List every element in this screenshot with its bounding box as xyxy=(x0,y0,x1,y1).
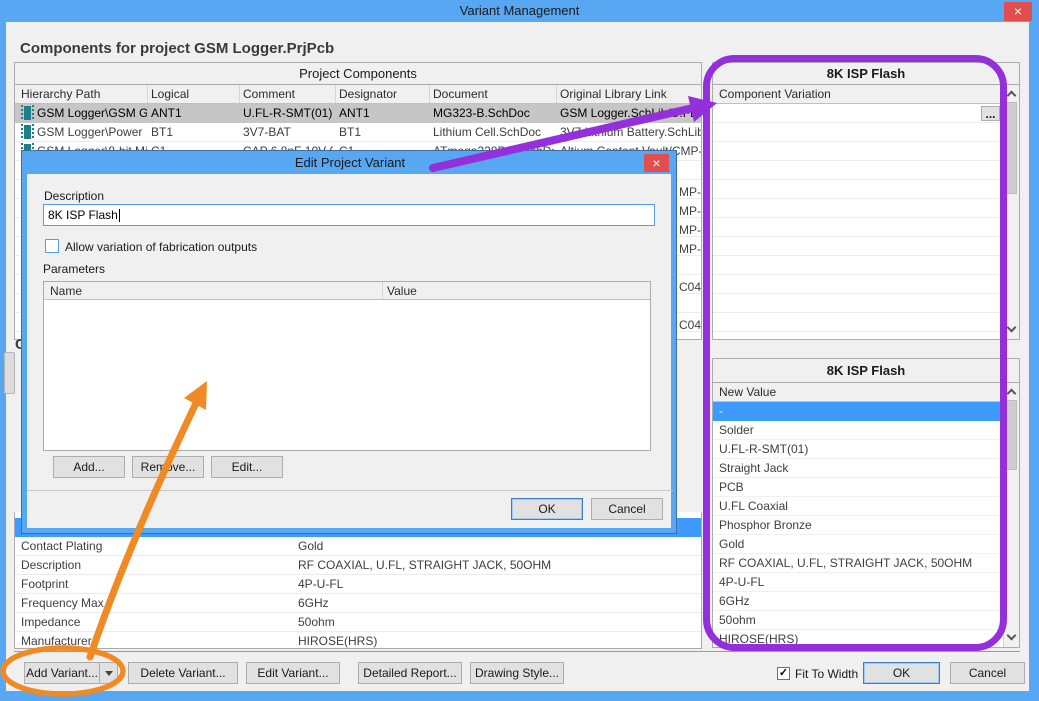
new-value-scrollbar[interactable] xyxy=(1003,383,1019,647)
window-title: Variant Management xyxy=(459,3,580,18)
link-fragment: E-0JS22 xyxy=(679,335,701,339)
add-variant-button[interactable]: Add Variant... xyxy=(24,662,100,684)
new-value-pane-title: 8K ISP Flash xyxy=(713,359,1019,383)
description-input[interactable]: 8K ISP Flash xyxy=(43,204,655,226)
col-designator[interactable]: Designator xyxy=(339,85,397,104)
link-fragment: MP-10 xyxy=(679,185,701,199)
link-fragment: C0402X xyxy=(679,318,702,332)
drawing-style-button[interactable]: Drawing Style... xyxy=(470,662,564,684)
col-logical[interactable]: Logical xyxy=(151,85,189,104)
ellipsis-button[interactable]: ... xyxy=(981,106,1000,121)
close-icon[interactable]: × xyxy=(1004,2,1032,21)
col-new-value[interactable]: New Value xyxy=(713,383,1003,402)
scrollbar-thumb[interactable] xyxy=(1006,400,1017,470)
text-caret xyxy=(118,209,120,223)
detailed-report-button[interactable]: Detailed Report... xyxy=(358,662,462,684)
link-fragment: MP-103 xyxy=(679,242,701,256)
col-original-library-link[interactable]: Original Library Link xyxy=(560,85,667,104)
footer-separator xyxy=(14,651,1020,652)
chevron-down-icon xyxy=(104,670,113,676)
property-row[interactable]: Impedance 50ohm xyxy=(15,613,701,632)
col-hierarchy-path[interactable]: Hierarchy Path xyxy=(21,85,100,104)
add-parameter-button[interactable]: Add... xyxy=(53,456,125,478)
new-value-pane: 8K ISP Flash New Value - Solder U.FL-R-S… xyxy=(712,358,1020,648)
component-icon xyxy=(21,124,34,139)
allow-variation-label: Allow variation of fabrication outputs xyxy=(65,240,258,254)
list-item[interactable]: - xyxy=(713,402,1003,421)
table-column-headers: Hierarchy Path Logical Comment Designato… xyxy=(15,85,701,104)
scrollbar-fragment[interactable] xyxy=(4,352,15,394)
list-item[interactable]: Phosphor Bronze xyxy=(713,516,1003,535)
edit-project-variant-dialog: Edit Project Variant × Description 8K IS… xyxy=(21,150,677,534)
property-row[interactable]: Contact Plating Gold xyxy=(15,537,701,556)
add-variant-dropdown[interactable] xyxy=(99,662,118,684)
variation-pane-body: ... xyxy=(713,104,1003,339)
scroll-down-icon[interactable] xyxy=(1006,322,1017,333)
scroll-up-icon[interactable] xyxy=(1006,388,1017,399)
list-item[interactable]: U.FL Coaxial xyxy=(713,497,1003,516)
cancel-button[interactable]: Cancel xyxy=(950,662,1025,684)
col-component-variation[interactable]: Component Variation xyxy=(713,85,1003,104)
list-item[interactable]: 6GHz xyxy=(713,592,1003,611)
list-item[interactable]: U.FL-R-SMT(01) xyxy=(713,440,1003,459)
dialog-close-icon[interactable]: × xyxy=(644,154,669,172)
fit-to-width-label: Fit To Width xyxy=(795,667,859,681)
link-fragment: MP-103 xyxy=(679,223,701,237)
scroll-up-icon[interactable] xyxy=(1006,90,1017,101)
col-document[interactable]: Document xyxy=(433,85,488,104)
list-item[interactable]: HIROSE(HRS) xyxy=(713,630,1003,647)
param-col-value[interactable]: Value xyxy=(387,282,417,301)
ok-button[interactable]: OK xyxy=(863,662,940,684)
list-item[interactable]: 4P-U-FL xyxy=(713,573,1003,592)
new-value-list: - Solder U.FL-R-SMT(01) Straight Jack PC… xyxy=(713,402,1003,647)
list-item[interactable]: RF COAXIAL, U.FL, STRAIGHT JACK, 50OHM xyxy=(713,554,1003,573)
scroll-down-icon[interactable] xyxy=(1006,630,1017,641)
parameters-label: Parameters xyxy=(43,262,106,276)
remove-parameter-button[interactable]: Remove... xyxy=(132,456,204,478)
property-row[interactable]: Footprint 4P-U-FL xyxy=(15,575,701,594)
allow-variation-checkbox[interactable] xyxy=(45,239,59,253)
list-item[interactable]: 50ohm xyxy=(713,611,1003,630)
col-comment[interactable]: Comment xyxy=(243,85,295,104)
scrollbar-thumb[interactable] xyxy=(1006,102,1017,194)
link-fragment: C0402BE xyxy=(679,280,702,294)
dialog-footer-separator xyxy=(27,490,673,491)
property-row[interactable]: Description RF COAXIAL, U.FL, STRAIGHT J… xyxy=(15,556,701,575)
dialog-cancel-button[interactable]: Cancel xyxy=(591,498,663,520)
fit-to-width-checkbox[interactable]: ✓ xyxy=(777,667,790,680)
dialog-ok-button[interactable]: OK xyxy=(511,498,583,520)
page-title: Components for project GSM Logger.PrjPcb xyxy=(20,40,335,57)
description-label: Description xyxy=(44,189,105,203)
edit-parameter-button[interactable]: Edit... xyxy=(211,456,283,478)
list-item[interactable]: Straight Jack xyxy=(713,459,1003,478)
property-row[interactable]: Manufacturer HIROSE(HRS) xyxy=(15,632,701,648)
dialog-title: Edit Project Variant xyxy=(294,155,406,170)
delete-variant-button[interactable]: Delete Variant... xyxy=(128,662,238,684)
edit-variant-button[interactable]: Edit Variant... xyxy=(246,662,340,684)
component-variation-pane: 8K ISP Flash Component Variation ... xyxy=(712,62,1020,340)
parameters-table: Name Value xyxy=(43,281,651,451)
list-item[interactable]: Gold xyxy=(713,535,1003,554)
table-group-header: Project Components xyxy=(15,63,701,85)
list-item[interactable]: PCB xyxy=(713,478,1003,497)
variation-pane-title: 8K ISP Flash xyxy=(713,63,1019,85)
property-row[interactable]: Frequency Max 6GHz xyxy=(15,594,701,613)
link-fragment: MP-103 xyxy=(679,204,701,218)
list-item[interactable]: Solder xyxy=(713,421,1003,440)
component-icon xyxy=(21,105,34,120)
variant-management-window: Variant Management × Components for proj… xyxy=(0,0,1039,701)
table-row[interactable]: GSM Logger\GSM GP ANT1 U.FL-R-SMT(01) AN… xyxy=(15,104,701,123)
table-row[interactable]: GSM Logger\Power BT1 3V7-BAT BT1 Lithium… xyxy=(15,123,701,142)
variation-pane-scrollbar[interactable] xyxy=(1003,85,1019,339)
parameters-table-body[interactable] xyxy=(44,300,650,450)
param-col-name[interactable]: Name xyxy=(50,282,82,301)
